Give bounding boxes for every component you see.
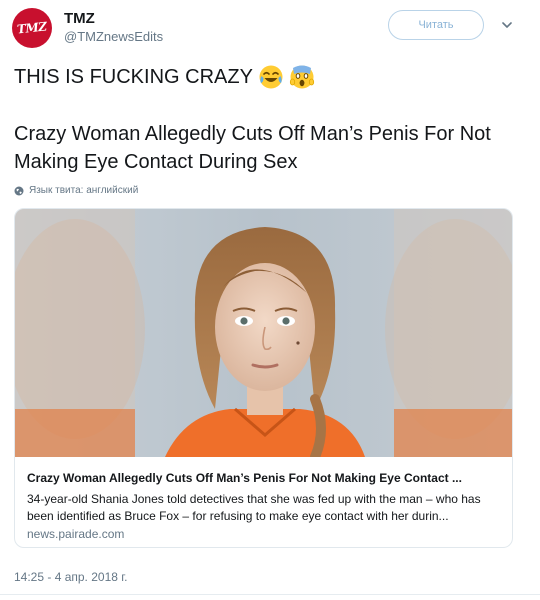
card-image (15, 209, 512, 457)
language-note-text: Язык твита: английский (29, 185, 139, 196)
user-handle[interactable]: @TMZnewsEdits (64, 29, 163, 44)
globe-icon (14, 186, 24, 195)
tweet-text: THIS IS FUCKING CRAZY (14, 64, 315, 90)
face-with-tears-of-joy-icon (259, 65, 283, 89)
tweet-timestamp[interactable]: 14:25 - 4 апр. 2018 г. (14, 570, 128, 584)
card-description: 34-year-old Shania Jones told detectives… (27, 492, 481, 523)
tweet-header: TMZ TMZ @TMZnewsEdits Читать (12, 8, 528, 48)
face-screaming-in-fear-icon (289, 65, 315, 89)
card-domain[interactable]: news.pairade.com (27, 527, 124, 541)
tweet-language-note[interactable]: Язык твита: английский (14, 185, 138, 196)
follow-button[interactable]: Читать (388, 10, 484, 40)
user-name[interactable]: TMZ (64, 10, 95, 27)
link-preview-card[interactable]: Crazy Woman Allegedly Cuts Off Man’s Pen… (14, 208, 513, 548)
chevron-down-icon[interactable] (500, 18, 514, 32)
divider (0, 594, 540, 595)
tweet-text-content: THIS IS FUCKING CRAZY (14, 65, 253, 88)
tweet-headline: Crazy Woman Allegedly Cuts Off Man’s Pen… (14, 123, 491, 173)
card-title[interactable]: Crazy Woman Allegedly Cuts Off Man’s Pen… (27, 471, 503, 485)
avatar[interactable]: TMZ (12, 8, 52, 48)
avatar-logo-text: TMZ (16, 19, 48, 37)
